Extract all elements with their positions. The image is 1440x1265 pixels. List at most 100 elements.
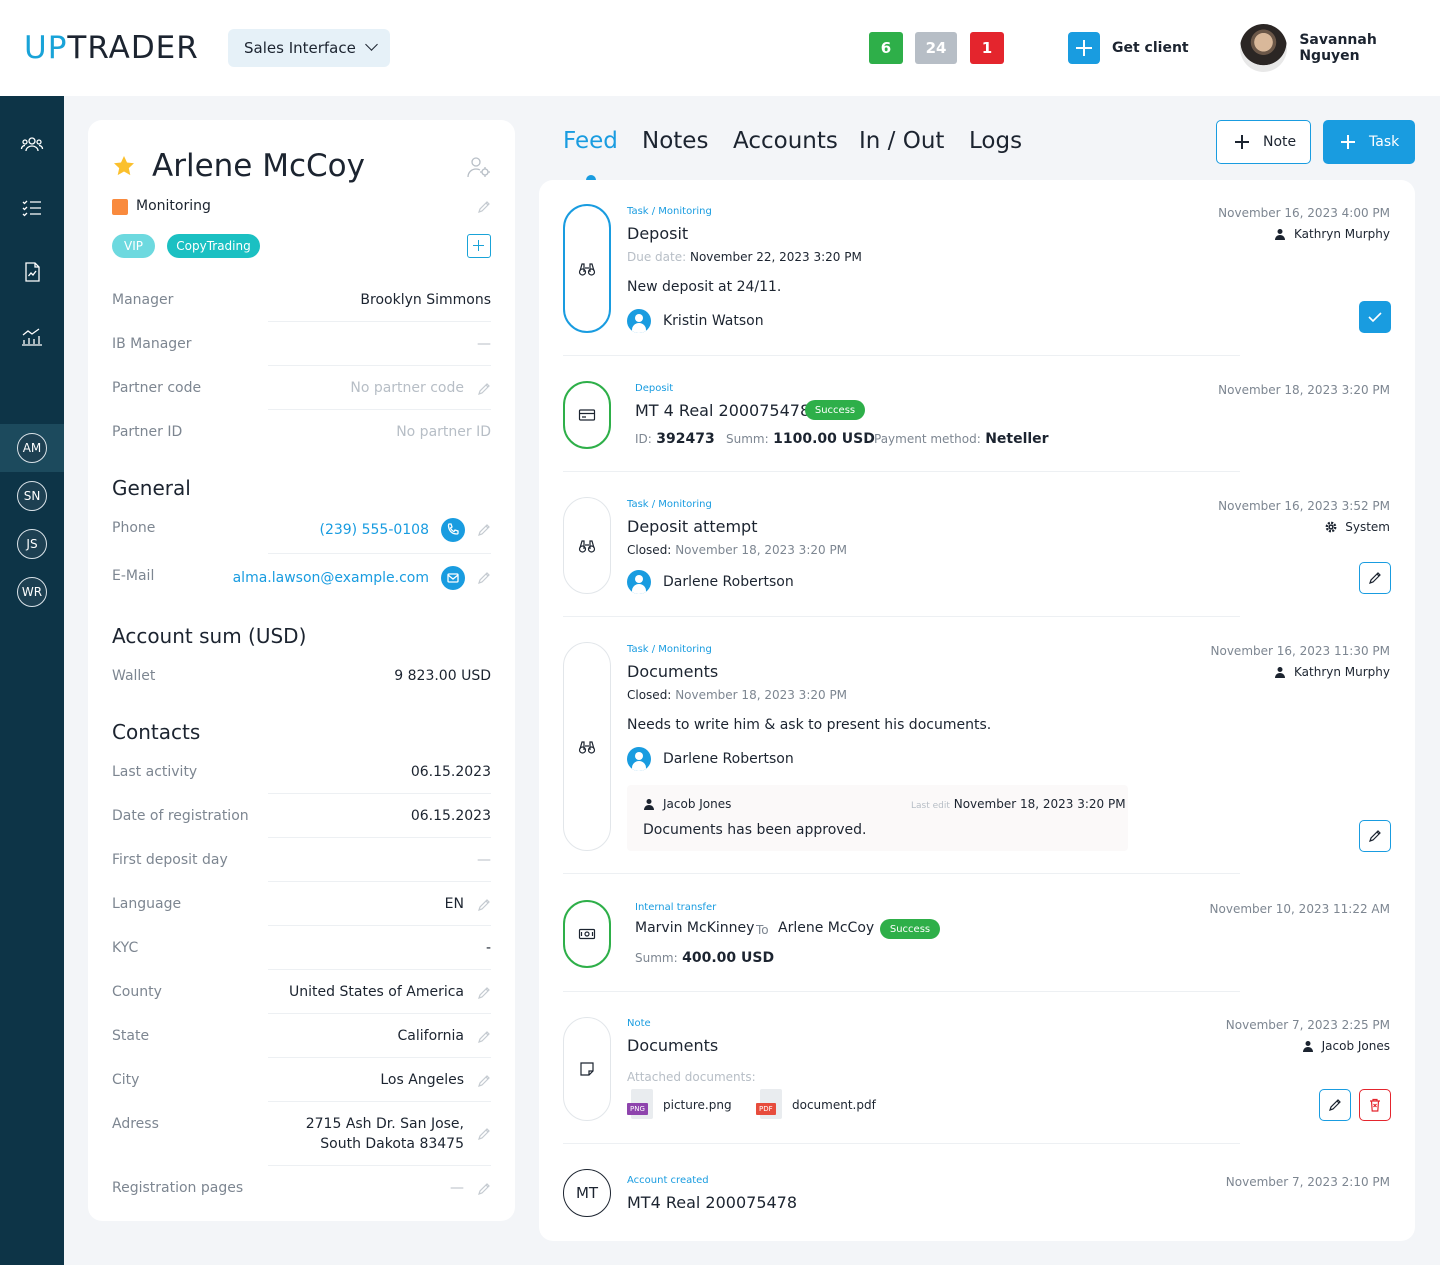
client-status[interactable]: Monitoring [136,198,211,214]
edit-status-pencil-icon[interactable] [476,199,492,215]
credit-card-icon [578,409,596,421]
tab-accounts[interactable]: Accounts [733,128,838,154]
feed-item-title[interactable]: Deposit [627,224,688,243]
feed-separator [563,1143,1240,1144]
tag-vip[interactable]: VIP [112,234,155,258]
address-line-2[interactable]: South Dakota 83475 [320,1136,464,1152]
user-name: Savannah Nguyen [1299,32,1377,64]
binoculars-icon [578,740,596,754]
feed-item-category: Task / Monitoring [627,644,712,655]
edit-phone-pencil-icon[interactable] [476,522,492,538]
city-label: City [112,1072,140,1088]
counter-gray-badge[interactable]: 24 [915,32,957,64]
assigned-person[interactable]: Kristin Watson [627,309,764,333]
edit-state-pencil-icon[interactable] [476,1029,492,1045]
feed-item-title[interactable]: MT4 Real 200075478 [627,1193,797,1212]
complete-task-button[interactable] [1359,301,1391,333]
add-tag-button[interactable] [467,234,491,258]
transfer-type-pill [563,900,611,968]
tab-feed[interactable]: Feed [563,128,618,154]
tab-in-out[interactable]: In / Out [859,128,944,154]
tab-notes[interactable]: Notes [642,128,708,154]
address-line-1[interactable]: 2715 Ash Dr. San Jose, [306,1116,464,1132]
transfer-from[interactable]: Marvin McKinney [635,920,754,936]
send-email-button[interactable] [441,566,465,590]
divider [268,1101,491,1102]
sidebar-avatar-js[interactable]: JS [17,529,47,559]
transfer-to[interactable]: Arlene McCoy [778,920,874,936]
star-icon[interactable] [112,154,136,178]
sidebar-avatar-am[interactable]: AM [17,433,47,463]
feed-item-category: Note [627,1018,651,1029]
city-value[interactable]: Los Angeles [380,1072,464,1088]
get-client-label: Get client [1112,40,1189,56]
tag-copytrading[interactable]: CopyTrading [167,234,260,258]
uptrader-logo[interactable]: UPTRADER [24,30,199,66]
edit-address-pencil-icon[interactable] [476,1126,492,1142]
edit-note-button[interactable] [1319,1089,1351,1121]
attachment-pdf[interactable]: PDF document.pdf [756,1089,876,1121]
delete-note-button[interactable] [1359,1089,1391,1121]
add-note-button[interactable]: Note [1216,120,1311,164]
counter-red-badge[interactable]: 1 [970,32,1004,64]
divider [268,1013,491,1014]
checkmark-icon [1368,312,1382,323]
feed-item-text: New deposit at 24/11. [627,279,782,295]
pdf-file-icon: PDF [756,1089,782,1121]
trash-icon [1370,1098,1380,1112]
add-task-label: Task [1369,134,1400,150]
deposit-sum: Summ: 1100.00 USD [726,431,875,447]
deposit-id: ID: 392473 [635,431,715,447]
county-label: County [112,984,162,1000]
checklist-icon[interactable] [20,196,44,220]
wallet-value: 9 823.00 USD [394,668,491,684]
attachment-png[interactable]: PNG picture.png [627,1089,732,1121]
first-deposit-value: — [477,852,491,868]
edit-language-pencil-icon[interactable] [476,897,492,913]
analytics-icon[interactable] [20,324,44,348]
edit-task-button[interactable] [1359,820,1391,852]
edit-email-pencil-icon[interactable] [476,570,492,586]
user-settings-icon[interactable] [466,155,492,179]
edit-partner-code-pencil-icon[interactable] [476,381,492,397]
status-color-square [112,199,128,215]
transfer-sum: Summ: 400.00 USD [635,950,775,966]
ib-manager-label: IB Manager [112,336,192,352]
png-file-icon: PNG [627,1089,653,1121]
call-button[interactable] [441,518,465,542]
counter-green-badge[interactable]: 6 [869,32,903,64]
email-value[interactable]: alma.lawson@example.com [233,570,429,586]
phone-value[interactable]: (239) 555-0108 [320,522,430,538]
feed-item-title[interactable]: Deposit attempt [627,517,757,536]
user-menu[interactable]: Savannah Nguyen [1240,24,1440,72]
edit-task-button[interactable] [1359,562,1391,594]
phone-icon [447,523,459,535]
interface-select[interactable]: Sales Interface [228,29,390,67]
assigned-person[interactable]: Darlene Robertson [627,747,794,771]
users-icon[interactable] [20,132,44,156]
edit-county-pencil-icon[interactable] [476,985,492,1001]
success-badge: Success [805,400,865,420]
feed-item-title[interactable]: Documents [627,1036,718,1055]
pencil-icon [1329,1099,1341,1111]
tab-logs[interactable]: Logs [969,128,1022,154]
get-client-button[interactable]: Get client [1068,32,1189,64]
county-value[interactable]: United States of America [289,984,464,1000]
edit-city-pencil-icon[interactable] [476,1073,492,1089]
language-value[interactable]: EN [445,896,464,912]
feed-item-date: November 18, 2023 3:20 PM [1218,383,1390,397]
sidebar-avatar-sn[interactable]: SN [17,481,47,511]
attached-documents-label: Attached documents: [627,1070,756,1084]
assigned-person[interactable]: Darlene Robertson [627,570,794,594]
state-value[interactable]: California [398,1028,464,1044]
feed-item-title[interactable]: MT 4 Real 200075478 [635,401,810,420]
document-chart-icon[interactable] [20,260,44,284]
top-header: UPTRADER Sales Interface 6 24 1 Get clie… [0,0,1440,96]
edit-registration-pages-pencil-icon[interactable] [476,1181,492,1197]
feed-item-title[interactable]: Documents [627,662,718,681]
manager-value[interactable]: Brooklyn Simmons [360,292,491,308]
address-label: Adress [112,1116,159,1132]
add-task-button[interactable]: Task [1323,120,1415,164]
sidebar-avatar-wr[interactable]: WR [17,577,47,607]
last-activity-value: 06.15.2023 [410,764,491,780]
